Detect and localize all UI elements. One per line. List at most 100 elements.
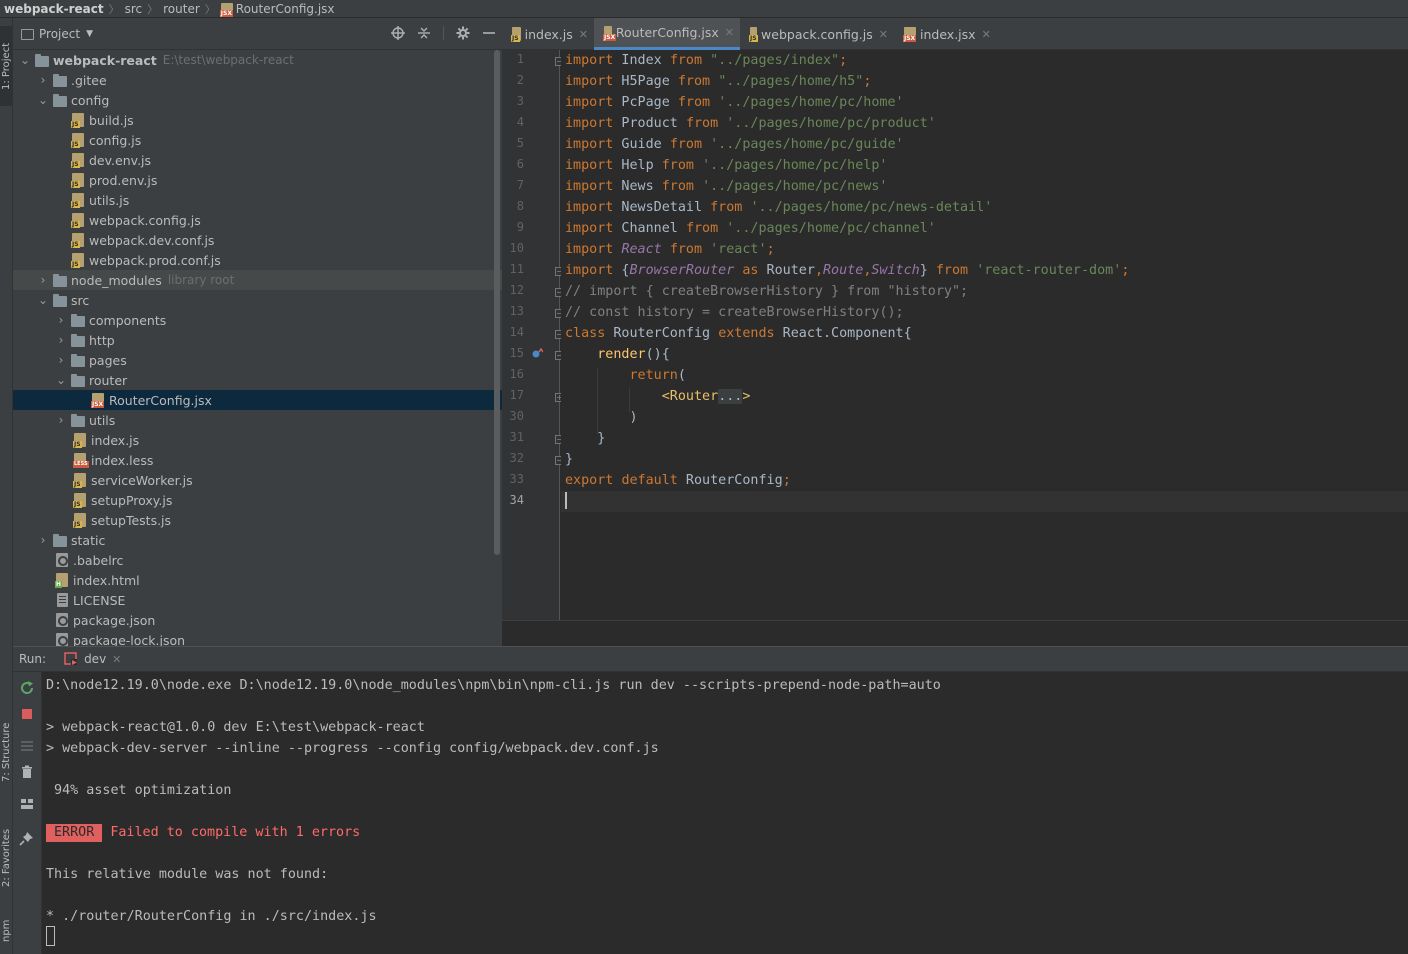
tree-item-serviceworker-js[interactable]: serviceWorker.js bbox=[13, 470, 502, 490]
code-editor[interactable]: import Index from "../pages/index"; impo… bbox=[561, 50, 1408, 620]
code-line-14: class RouterConfig extends React.Compone… bbox=[565, 326, 912, 341]
breadcrumb-separator: 〉 bbox=[204, 2, 216, 16]
tree-scrollbar[interactable] bbox=[494, 50, 500, 555]
tree-item-build-js[interactable]: build.js bbox=[13, 110, 502, 130]
tree-item-static[interactable]: › static bbox=[13, 530, 502, 550]
folder-icon bbox=[71, 333, 85, 347]
override-method-icon[interactable] bbox=[531, 347, 543, 359]
tree-item-components[interactable]: › components bbox=[13, 310, 502, 330]
tree-item-label: pages bbox=[89, 352, 127, 368]
project-tool-tab[interactable]: 1: Project bbox=[0, 26, 13, 106]
tree-item-config[interactable]: ⌄ config bbox=[13, 90, 502, 110]
favorites-tool-tab[interactable]: 2: Favorites bbox=[0, 808, 13, 908]
js-file-icon bbox=[71, 173, 85, 188]
tree-item-label: webpack.config.js bbox=[89, 212, 201, 228]
tree-item-webpack-react[interactable]: ⌄ webpack-react E:\test\webpack-react bbox=[13, 50, 502, 70]
project-tree: ⌄ webpack-react E:\test\webpack-react › … bbox=[13, 50, 502, 646]
chevron-down-icon[interactable]: ⌄ bbox=[55, 373, 67, 387]
tree-item-label: utils.js bbox=[89, 192, 130, 208]
tree-item-index-less[interactable]: index.less bbox=[13, 450, 502, 470]
tree-item-setupproxy-js[interactable]: setupProxy.js bbox=[13, 490, 502, 510]
tree-item-pages[interactable]: › pages bbox=[13, 350, 502, 370]
close-icon[interactable]: ✕ bbox=[579, 28, 588, 41]
locate-file-icon[interactable] bbox=[391, 26, 405, 40]
tree-item-label: webpack.dev.conf.js bbox=[89, 232, 215, 248]
code-line-32: } bbox=[565, 452, 574, 467]
tree-item-webpack-dev-conf-js[interactable]: webpack.dev.conf.js bbox=[13, 230, 502, 250]
npm-tool-tab[interactable]: npm bbox=[0, 908, 13, 954]
close-icon[interactable]: ✕ bbox=[112, 653, 121, 666]
project-view-selector[interactable]: Project bbox=[39, 27, 80, 41]
chevron-down-icon[interactable]: ⌄ bbox=[37, 293, 49, 307]
tree-item-dev-env-js[interactable]: dev.env.js bbox=[13, 150, 502, 170]
close-icon[interactable]: ✕ bbox=[982, 28, 991, 41]
tree-item-package-json[interactable]: package.json bbox=[13, 610, 502, 630]
close-icon[interactable]: ✕ bbox=[879, 28, 888, 41]
chevron-right-icon[interactable]: › bbox=[37, 73, 49, 87]
tree-item-http[interactable]: › http bbox=[13, 330, 502, 350]
chevron-down-icon[interactable]: ⌄ bbox=[37, 93, 49, 107]
code-line-6: import Help from '../pages/home/pc/help' bbox=[565, 158, 888, 173]
tree-item-webpack-prod-conf-js[interactable]: webpack.prod.conf.js bbox=[13, 250, 502, 270]
chevron-right-icon[interactable]: › bbox=[55, 313, 67, 327]
tree-item-src[interactable]: ⌄ src bbox=[13, 290, 502, 310]
tree-item-config-js[interactable]: config.js bbox=[13, 130, 502, 150]
tree-item-babelrc[interactable]: .babelrc bbox=[13, 550, 502, 570]
tree-item-setuptests-js[interactable]: setupTests.js bbox=[13, 510, 502, 530]
console-line: * ./router/RouterConfig in ./src/index.j… bbox=[46, 909, 377, 924]
console-output[interactable]: D:\node12.19.0\node.exe D:\node12.19.0\n… bbox=[42, 672, 1408, 954]
tree-item-license[interactable]: LICENSE bbox=[13, 590, 502, 610]
run-tab-dev[interactable]: dev ✕ bbox=[64, 652, 121, 666]
tree-item-webpack-config-js[interactable]: webpack.config.js bbox=[13, 210, 502, 230]
hide-panel-icon[interactable] bbox=[482, 26, 496, 40]
pin-icon[interactable] bbox=[19, 830, 35, 846]
tab-webpack-config-js[interactable]: webpack.config.js ✕ bbox=[740, 18, 894, 50]
tree-item-utils[interactable]: › utils bbox=[13, 410, 502, 430]
rerun-icon[interactable] bbox=[19, 680, 35, 696]
breadcrumb-src[interactable]: src bbox=[125, 2, 143, 16]
breadcrumb-project[interactable]: webpack-react bbox=[4, 2, 104, 16]
tree-item-gitee[interactable]: › .gitee bbox=[13, 70, 502, 90]
chevron-right-icon[interactable]: › bbox=[55, 333, 67, 347]
tree-item-index-js[interactable]: index.js bbox=[13, 430, 502, 450]
console-input-cursor[interactable] bbox=[46, 926, 55, 946]
tree-item-label: router bbox=[89, 372, 128, 388]
chevron-down-icon[interactable]: ▼ bbox=[86, 29, 93, 39]
tree-item-label: index.html bbox=[73, 572, 140, 588]
folder-icon bbox=[53, 73, 67, 87]
line-number: 4 bbox=[516, 115, 524, 129]
tab-index-js[interactable]: index.js ✕ bbox=[502, 18, 594, 50]
collapse-all-icon[interactable] bbox=[417, 26, 431, 40]
close-icon[interactable]: ✕ bbox=[725, 26, 734, 39]
gear-icon[interactable] bbox=[456, 26, 470, 40]
less-file-icon bbox=[73, 453, 89, 468]
tab-routerconfig-jsx[interactable]: RouterConfig.jsx ✕ bbox=[594, 18, 740, 50]
chevron-right-icon[interactable]: › bbox=[37, 533, 49, 547]
structure-tool-tab[interactable]: 7: Structure bbox=[0, 708, 13, 796]
tree-item-node-modules[interactable]: › node_modules library root bbox=[13, 270, 502, 290]
chevron-right-icon[interactable]: › bbox=[55, 413, 67, 427]
tab-index-jsx[interactable]: index.jsx ✕ bbox=[894, 18, 1000, 50]
soft-wrap-icon[interactable] bbox=[19, 738, 35, 754]
folder-icon bbox=[53, 93, 67, 107]
breadcrumb-router[interactable]: router bbox=[163, 2, 200, 16]
chevron-right-icon[interactable]: › bbox=[37, 273, 49, 287]
code-line-13: // const history = createBrowserHistory(… bbox=[565, 305, 904, 320]
layout-icon[interactable] bbox=[19, 796, 35, 812]
chevron-down-icon[interactable]: ⌄ bbox=[19, 53, 31, 67]
tree-item-prod-env-js[interactable]: prod.env.js bbox=[13, 170, 502, 190]
trash-icon[interactable] bbox=[19, 764, 35, 780]
stop-icon[interactable] bbox=[19, 706, 35, 722]
tree-item-utils-js[interactable]: utils.js bbox=[13, 190, 502, 210]
tree-item-routerconfig-jsx[interactable]: RouterConfig.jsx bbox=[13, 390, 502, 410]
tree-item-index-html[interactable]: index.html bbox=[13, 570, 502, 590]
js-file-icon bbox=[71, 153, 85, 168]
run-label: Run: bbox=[19, 652, 47, 666]
tree-item-router[interactable]: ⌄ router bbox=[13, 370, 502, 390]
js-file-icon bbox=[71, 133, 85, 148]
chevron-right-icon[interactable]: › bbox=[55, 353, 67, 367]
tree-item-label: webpack.prod.conf.js bbox=[89, 252, 221, 268]
tree-item-package-lock-json[interactable]: package-lock.json bbox=[13, 630, 502, 646]
breadcrumb-file[interactable]: RouterConfig.jsx bbox=[236, 2, 335, 16]
folded-region[interactable]: ... bbox=[718, 389, 743, 404]
